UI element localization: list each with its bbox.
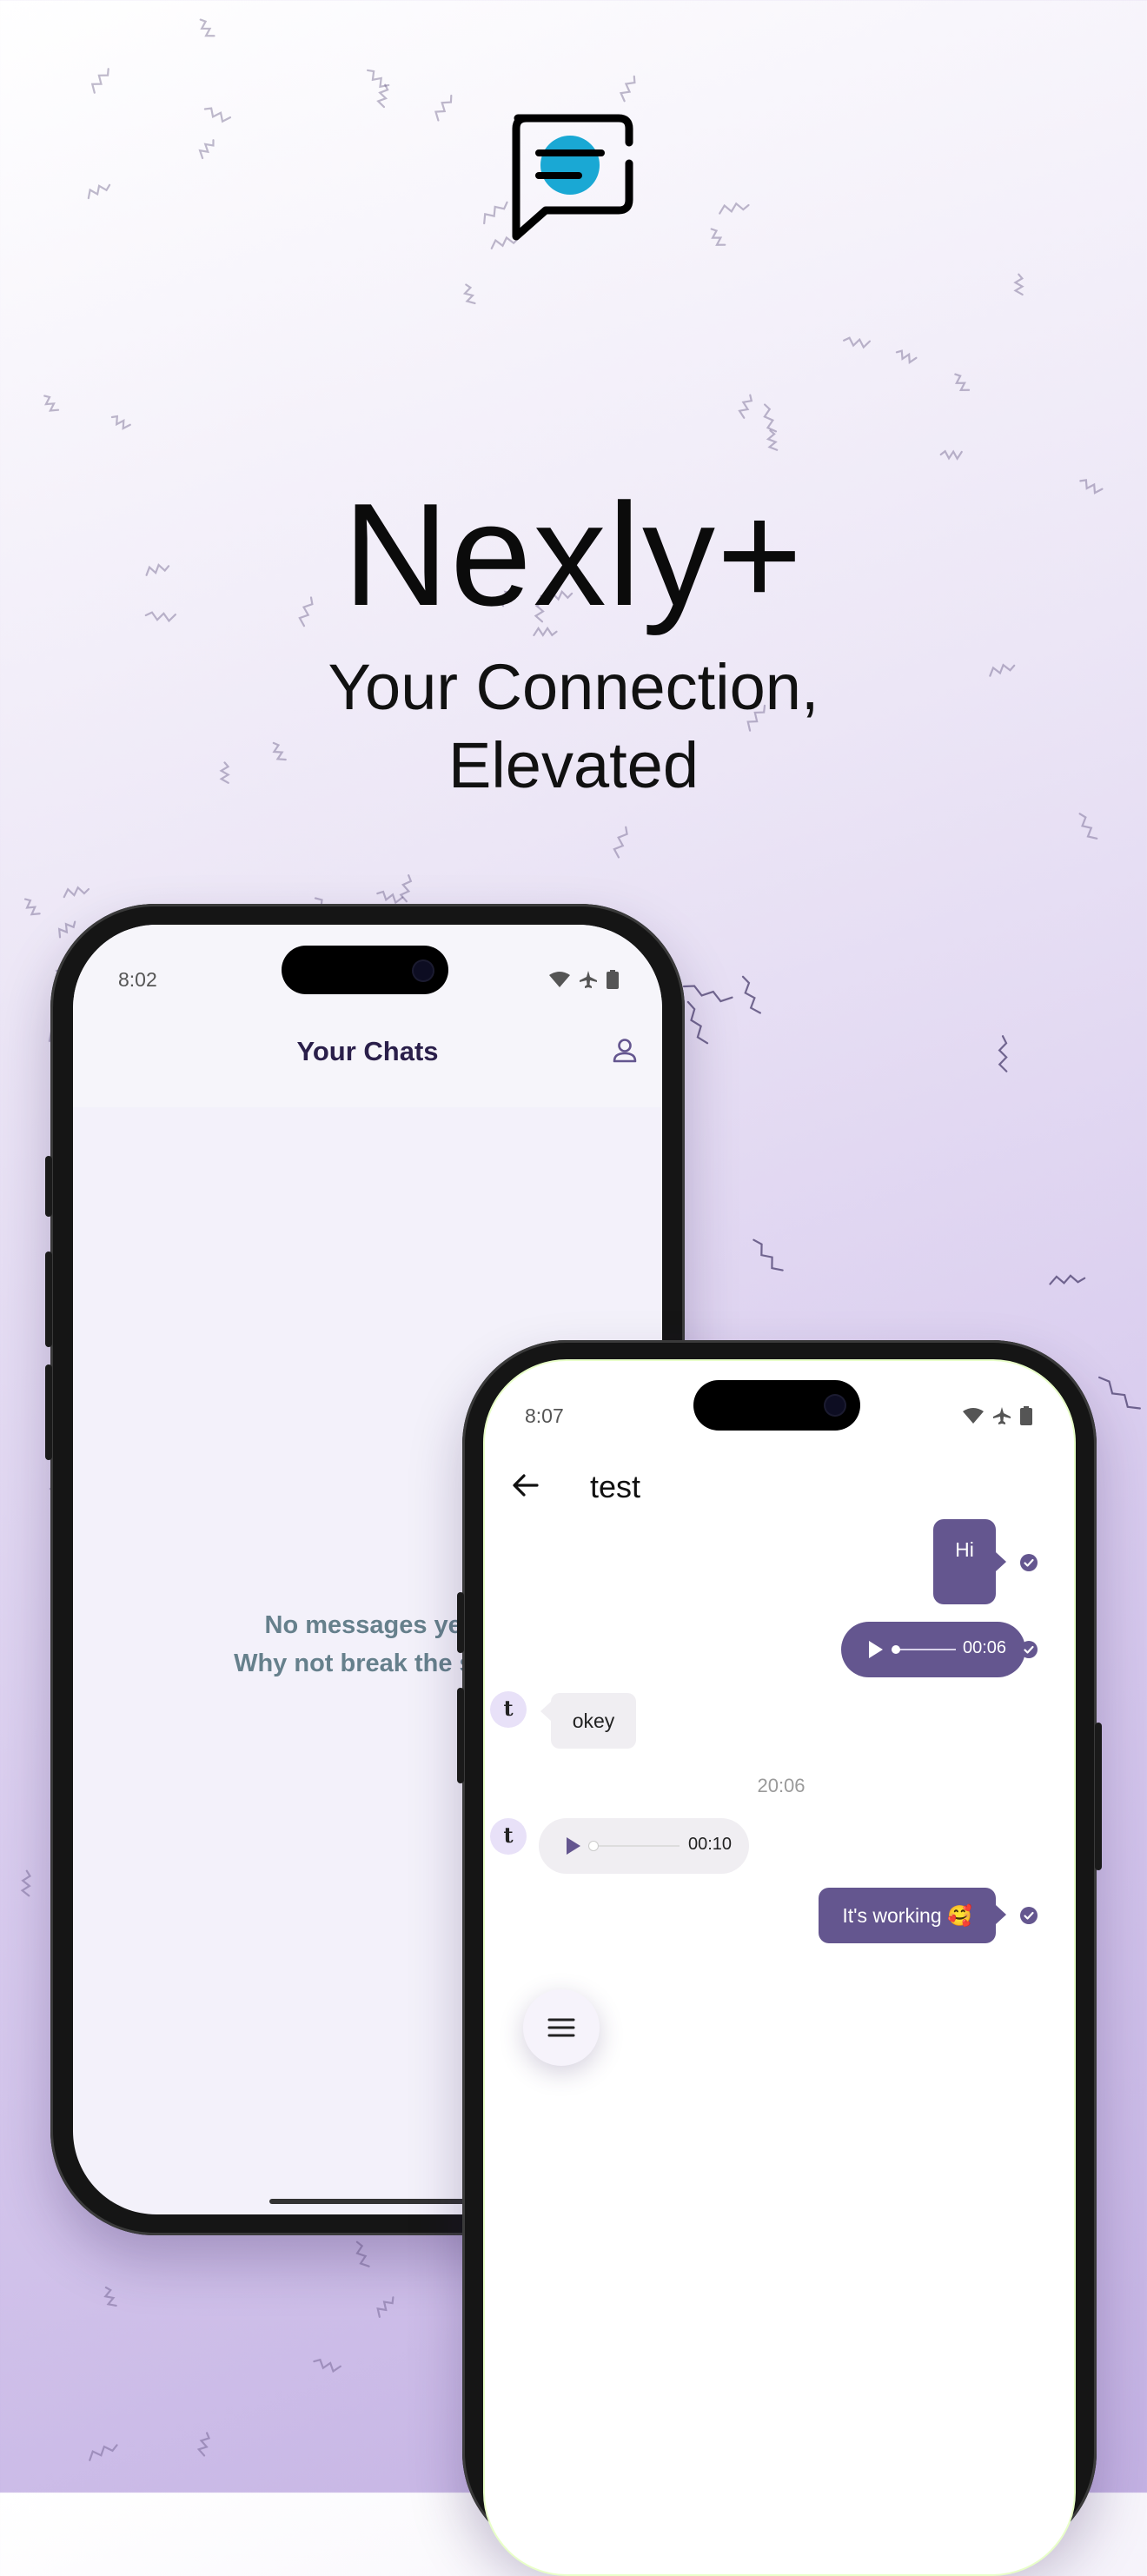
audio-message-in[interactable]: 00:10	[539, 1818, 749, 1874]
squiggle-decoration	[741, 975, 761, 1014]
audio-progress-thumb[interactable]	[589, 1842, 598, 1850]
read-check-icon	[1020, 1554, 1038, 1571]
squiggle-decoration	[376, 83, 389, 109]
read-check-icon	[1020, 1907, 1038, 1924]
message-bubble-out[interactable]: It's working 🥰	[819, 1888, 996, 1943]
squiggle-decoration	[90, 68, 109, 94]
dynamic-island	[693, 1380, 860, 1431]
squiggle-decoration	[1049, 1274, 1086, 1285]
squiggle-decoration	[313, 2358, 341, 2374]
squiggle-decoration	[20, 1869, 32, 1897]
phone-volume-up	[457, 1688, 464, 1783]
chats-title: Your Chats	[296, 1036, 439, 1066]
squiggle-decoration	[619, 75, 636, 103]
squiggle-decoration	[198, 139, 215, 160]
squiggle-decoration	[355, 2241, 370, 2267]
status-time: 8:02	[118, 968, 157, 991]
squiggle-decoration	[1097, 1376, 1141, 1410]
squiggle-decoration	[686, 1000, 709, 1045]
squiggle-decoration	[682, 985, 733, 1003]
wifi-icon	[549, 972, 570, 987]
squiggle-decoration	[719, 202, 750, 215]
squiggle-decoration	[43, 395, 60, 412]
battery-icon	[607, 970, 619, 989]
audio-message-out[interactable]: 00:06	[841, 1622, 1025, 1677]
audio-progress-thumb[interactable]	[892, 1645, 900, 1654]
menu-button[interactable]	[523, 1989, 600, 2066]
squiggle-decoration	[483, 201, 508, 225]
app-title: Nexly+	[342, 473, 805, 636]
squiggle-decoration	[763, 403, 778, 433]
status-icons	[549, 970, 619, 989]
squiggle-decoration	[110, 415, 131, 430]
phone-volume-down	[45, 1364, 52, 1460]
profile-button[interactable]	[612, 1038, 638, 1064]
phone-volume-up	[45, 1251, 52, 1347]
battery-icon	[1020, 1406, 1032, 1425]
play-icon[interactable]	[867, 1639, 885, 1660]
squiggle-decoration	[203, 107, 232, 123]
squiggle-decoration	[998, 1035, 1008, 1072]
home-indicator	[269, 2199, 466, 2204]
squiggle-decoration	[376, 2296, 394, 2318]
squiggle-decoration	[710, 228, 726, 246]
squiggle-decoration	[1078, 813, 1098, 840]
message-text: okey	[572, 1710, 615, 1732]
menu-icon	[547, 2018, 575, 2037]
squiggle-decoration	[738, 394, 753, 419]
contact-avatar: t	[490, 1818, 527, 1855]
conversation-screen: 8:07 test Hi 00:06 t okey 20:06 t 00:10 …	[483, 1359, 1076, 2576]
squiggle-decoration	[613, 826, 628, 859]
app-tagline: Your Connection, Elevated	[0, 648, 1147, 805]
audio-progress-track[interactable]	[895, 1649, 956, 1650]
play-icon[interactable]	[565, 1836, 582, 1856]
squiggle-decoration	[434, 94, 453, 122]
squiggle-decoration	[939, 449, 963, 461]
bubble-tail	[540, 1702, 551, 1721]
contact-name: test	[590, 1469, 641, 1504]
wifi-icon	[963, 1408, 984, 1424]
bubble-tail	[996, 1552, 1006, 1571]
squiggle-decoration	[954, 373, 971, 392]
tagline-line-1: Your Connection,	[328, 651, 819, 723]
read-check-icon	[1020, 1641, 1038, 1658]
squiggle-decoration	[1013, 273, 1024, 296]
app-logo-icon	[512, 114, 633, 241]
phone-action-button	[457, 1592, 464, 1653]
status-icons	[963, 1406, 1032, 1425]
phone-action-button	[45, 1156, 52, 1217]
status-time: 8:07	[525, 1404, 564, 1427]
message-bubble-out[interactable]: Hi	[933, 1519, 996, 1604]
squiggle-decoration	[89, 2444, 118, 2461]
squiggle-decoration	[895, 349, 918, 364]
squiggle-decoration	[462, 283, 476, 305]
audio-progress-track[interactable]	[593, 1845, 680, 1847]
squiggle-decoration	[63, 886, 90, 899]
contact-avatar: t	[490, 1691, 527, 1728]
squiggle-decoration	[87, 183, 111, 200]
squiggle-decoration	[199, 18, 215, 37]
audio-duration: 00:06	[963, 1638, 1007, 1657]
message-bubble-in[interactable]: okey	[551, 1693, 636, 1749]
squiggle-decoration	[196, 2432, 211, 2457]
back-button[interactable]	[511, 1471, 540, 1500]
squiggle-decoration	[23, 898, 41, 916]
squiggle-decoration	[842, 336, 872, 349]
airplane-icon	[580, 971, 597, 988]
squiggle-decoration	[103, 2286, 117, 2307]
message-text: It's working 🥰	[842, 1904, 972, 1927]
squiggle-decoration	[766, 429, 779, 451]
message-text: Hi	[955, 1538, 974, 1561]
squiggle-decoration	[753, 1238, 784, 1271]
squiggle-decoration	[376, 890, 404, 905]
bubble-tail	[996, 1905, 1006, 1924]
audio-duration: 00:10	[688, 1835, 733, 1854]
tagline-line-2: Elevated	[448, 729, 699, 801]
phone-conversation-mockup: 8:07 test Hi 00:06 t okey 20:06 t 00:10 …	[457, 1340, 1102, 2576]
dynamic-island	[282, 946, 448, 994]
phone-side-button	[1095, 1723, 1102, 1870]
date-separator: 20:06	[757, 1775, 806, 1796]
airplane-icon	[993, 1407, 1011, 1424]
